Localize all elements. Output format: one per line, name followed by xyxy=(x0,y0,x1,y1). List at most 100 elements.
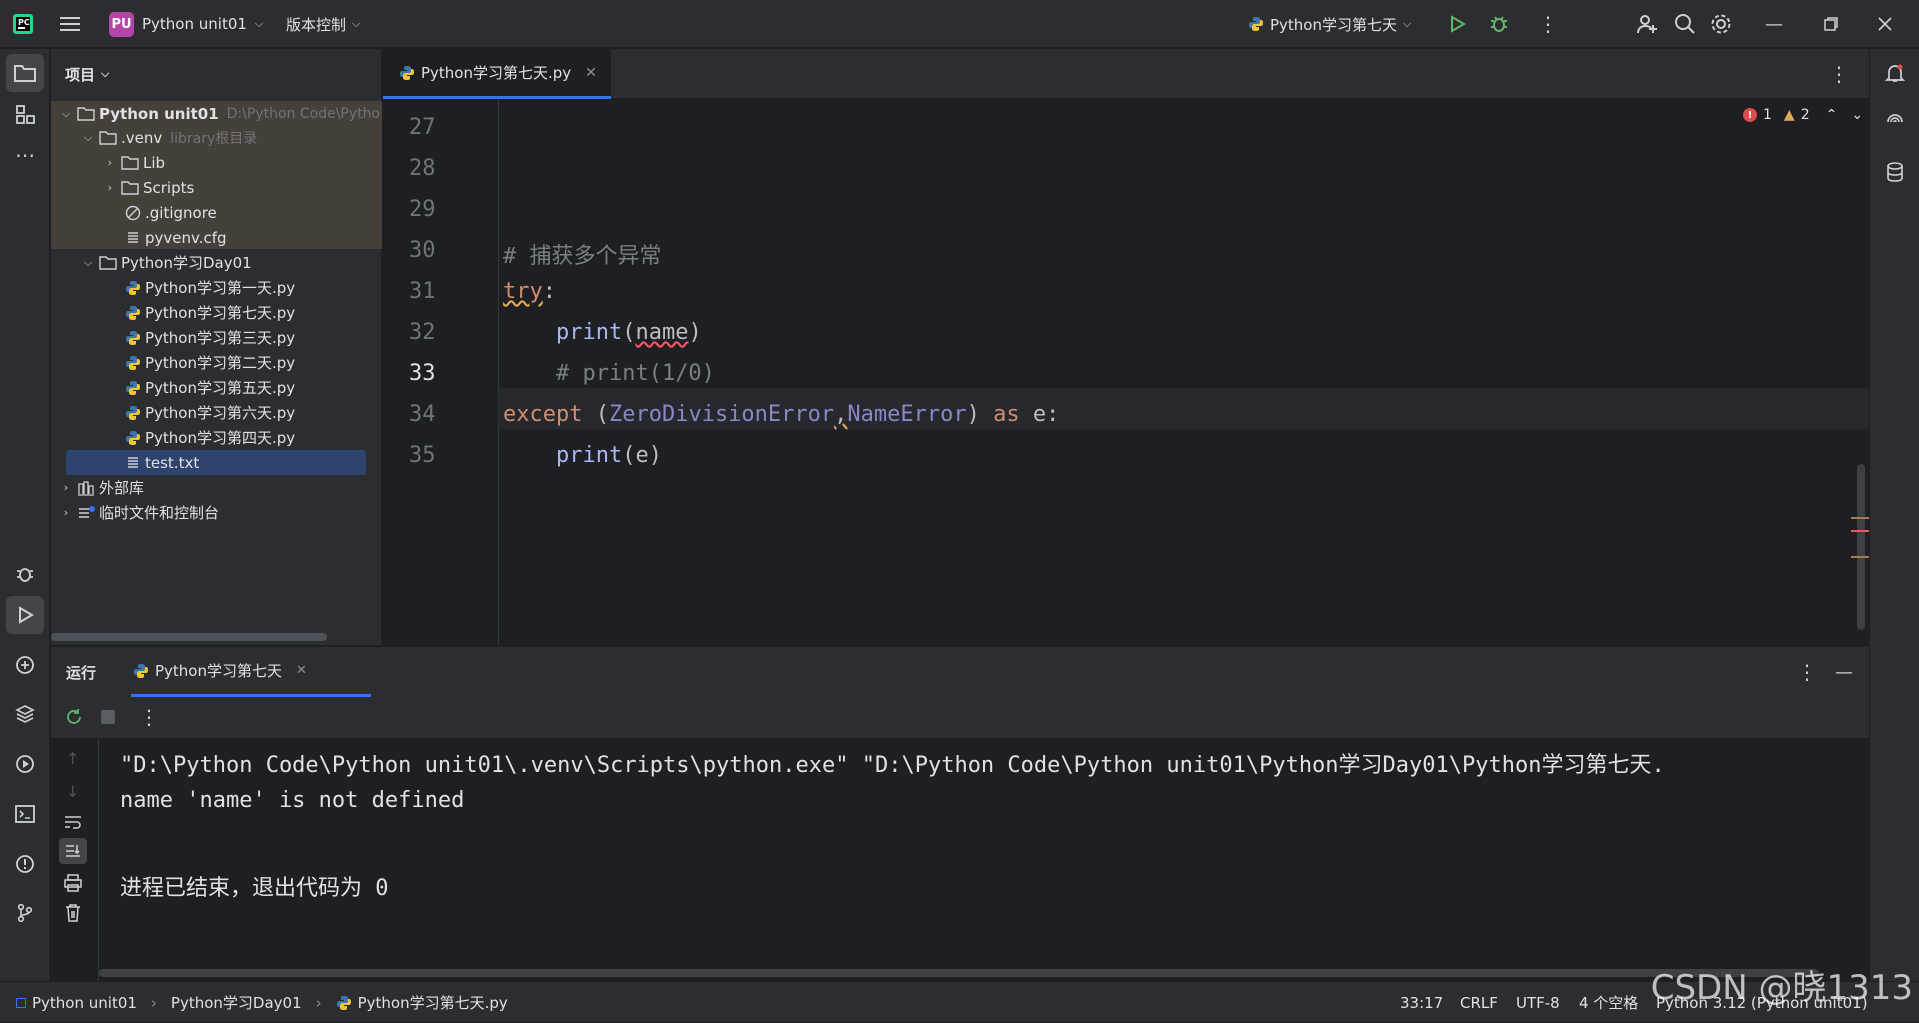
tree-item-test-txt[interactable]: test.txt xyxy=(125,450,199,475)
right-tool-strip xyxy=(1869,49,1919,981)
python-file-icon xyxy=(126,380,140,395)
python-packages-icon[interactable] xyxy=(6,695,44,733)
tree-item-gitignore[interactable]: .gitignore xyxy=(125,200,217,225)
chevron-right-icon[interactable]: › xyxy=(59,506,73,519)
horizontal-scrollbar[interactable] xyxy=(51,633,327,641)
tree-item-scripts[interactable]: › Scripts xyxy=(103,175,195,200)
console-horizontal-scrollbar[interactable] xyxy=(99,969,1819,977)
database-icon[interactable] xyxy=(1876,153,1914,191)
ai-assistant-icon[interactable] xyxy=(1876,103,1914,141)
editor-tab[interactable]: Python学习第七天.py ✕ xyxy=(383,49,611,99)
notifications-icon[interactable] xyxy=(1876,54,1914,92)
code-line-30[interactable]: # 捕获多个异常 xyxy=(503,238,662,270)
tree-item-py-file[interactable]: Python学习第三天.py xyxy=(125,325,295,350)
text-file-icon xyxy=(128,231,138,243)
tree-item-py-file[interactable]: Python学习第二天.py xyxy=(125,350,295,375)
chevron-down-icon[interactable]: ⌵ xyxy=(81,131,95,145)
line-number: 27 xyxy=(409,115,436,140)
more-icon[interactable]: ⋮ xyxy=(139,705,159,729)
project-selector[interactable]: PU Python unit01 ⌵ xyxy=(109,0,263,48)
code-line-34[interactable]: except (ZeroDivisionError,NameError) as … xyxy=(503,402,1059,427)
settings-gear-icon[interactable] xyxy=(1710,0,1732,48)
services-icon[interactable] xyxy=(6,745,44,783)
next-problem-icon[interactable]: ⌄ xyxy=(1851,107,1863,123)
options-icon[interactable]: ⋮ xyxy=(1797,647,1817,697)
tree-item-py-file[interactable]: Python学习第一天.py xyxy=(125,275,295,300)
run-tab[interactable]: Python学习第七天 ✕ xyxy=(131,647,371,697)
up-arrow-icon[interactable]: ↑ xyxy=(66,749,79,768)
run-icon[interactable] xyxy=(1448,0,1466,48)
inspection-widget[interactable]: ! 1 ▲ 2 ⌃ ⌄ xyxy=(1743,107,1863,123)
warning-stripe-marker[interactable] xyxy=(1851,556,1869,558)
trash-icon[interactable] xyxy=(64,903,82,927)
close-tab-icon[interactable]: ✕ xyxy=(296,663,307,678)
minimize-window-icon[interactable]: — xyxy=(1765,0,1783,48)
chevron-right-icon[interactable]: › xyxy=(103,156,117,169)
warning-stripe-marker[interactable] xyxy=(1851,517,1869,519)
tree-item-project-root[interactable]: ⌵ Python unit01 D:\Python Code\Pytho xyxy=(59,101,380,126)
structure-icon[interactable] xyxy=(6,95,44,133)
add-user-icon[interactable] xyxy=(1636,0,1658,48)
indent-setting[interactable]: 4 个空格 xyxy=(1579,982,1638,1023)
project-panel-header[interactable]: 项目 ⌵ xyxy=(51,49,381,99)
tree-item-pyvenv[interactable]: pyvenv.cfg xyxy=(125,225,227,250)
search-icon[interactable] xyxy=(1674,0,1696,48)
tree-item-py-file[interactable]: Python学习第六天.py xyxy=(125,400,295,425)
tree-item-py-file[interactable]: Python学习第七天.py xyxy=(125,300,295,325)
hide-panel-icon[interactable]: — xyxy=(1835,647,1853,697)
run-tool-icon[interactable] xyxy=(6,596,44,634)
breadcrumb-item[interactable]: Python学习第七天.py xyxy=(358,992,508,1013)
close-tab-icon[interactable]: ✕ xyxy=(585,65,597,81)
code-line-35[interactable]: print(e) xyxy=(503,443,662,468)
line-separator[interactable]: CRLF xyxy=(1460,982,1498,1023)
file-encoding[interactable]: UTF-8 xyxy=(1516,982,1560,1023)
python-file-icon xyxy=(126,430,140,445)
more-icon[interactable]: ⋮ xyxy=(1538,0,1558,48)
terminal-icon[interactable] xyxy=(6,795,44,833)
status-bar: Python unit01 › Python学习Day01 › Python学习… xyxy=(0,981,1919,1022)
problems-icon[interactable] xyxy=(6,845,44,883)
code-line-33[interactable]: # print(1/0) xyxy=(503,361,715,386)
chevron-down-icon[interactable]: ⌵ xyxy=(81,256,95,270)
python-console-icon[interactable] xyxy=(6,646,44,684)
project-folder-icon[interactable] xyxy=(6,54,44,92)
tree-item-lib[interactable]: › Lib xyxy=(103,150,165,175)
rerun-icon[interactable] xyxy=(64,707,84,731)
line-number: 31 xyxy=(409,279,436,304)
tree-item-scratches[interactable]: › 临时文件和控制台 xyxy=(59,500,219,525)
stop-icon[interactable] xyxy=(101,710,115,724)
down-arrow-icon[interactable]: ↓ xyxy=(66,782,79,801)
app-logo-icon[interactable]: PC xyxy=(12,0,34,48)
python-file-icon xyxy=(126,330,140,345)
vcs-menu[interactable]: 版本控制 ⌵ xyxy=(286,0,360,48)
tree-item-py-file[interactable]: Python学习第五天.py xyxy=(125,375,295,400)
soft-wrap-icon[interactable] xyxy=(63,814,83,834)
error-stripe-marker[interactable] xyxy=(1851,530,1869,532)
git-branch-icon[interactable] xyxy=(6,894,44,932)
chevron-right-icon[interactable]: › xyxy=(103,181,117,194)
code-token: ( xyxy=(582,402,609,427)
debug-icon[interactable] xyxy=(1489,0,1509,48)
chevron-down-icon[interactable]: ⌵ xyxy=(59,107,73,121)
tab-options-icon[interactable]: ⋮ xyxy=(1829,49,1849,99)
code-line-32[interactable]: print(name) xyxy=(503,320,702,345)
main-menu-icon[interactable] xyxy=(60,0,80,48)
tree-item-day01[interactable]: ⌵ Python学习Day01 xyxy=(81,250,252,275)
tree-item-py-file[interactable]: Python学习第四天.py xyxy=(125,425,295,450)
scroll-to-end-icon[interactable] xyxy=(59,838,87,864)
debug-icon[interactable] xyxy=(6,555,44,593)
tree-item-venv[interactable]: ⌵ .venv library根目录 xyxy=(81,125,257,150)
vertical-scrollbar[interactable] xyxy=(1857,464,1865,630)
run-config-selector[interactable]: Python学习第七天 ⌵ xyxy=(1248,0,1411,48)
close-window-icon[interactable] xyxy=(1878,0,1892,48)
tree-item-external-libs[interactable]: › 外部库 xyxy=(59,475,144,500)
code-line-31[interactable]: try: xyxy=(503,279,556,304)
breadcrumb-item[interactable]: Python学习Day01 xyxy=(171,992,302,1013)
breadcrumb-item[interactable]: Python unit01 xyxy=(32,994,137,1012)
caret-position[interactable]: 33:17 xyxy=(1400,982,1443,1023)
more-tools-icon[interactable]: ⋯ xyxy=(6,136,44,174)
restore-window-icon[interactable] xyxy=(1824,0,1838,48)
previous-problem-icon[interactable]: ⌃ xyxy=(1826,107,1838,123)
chevron-right-icon[interactable]: › xyxy=(59,481,73,494)
print-icon[interactable] xyxy=(63,874,83,896)
